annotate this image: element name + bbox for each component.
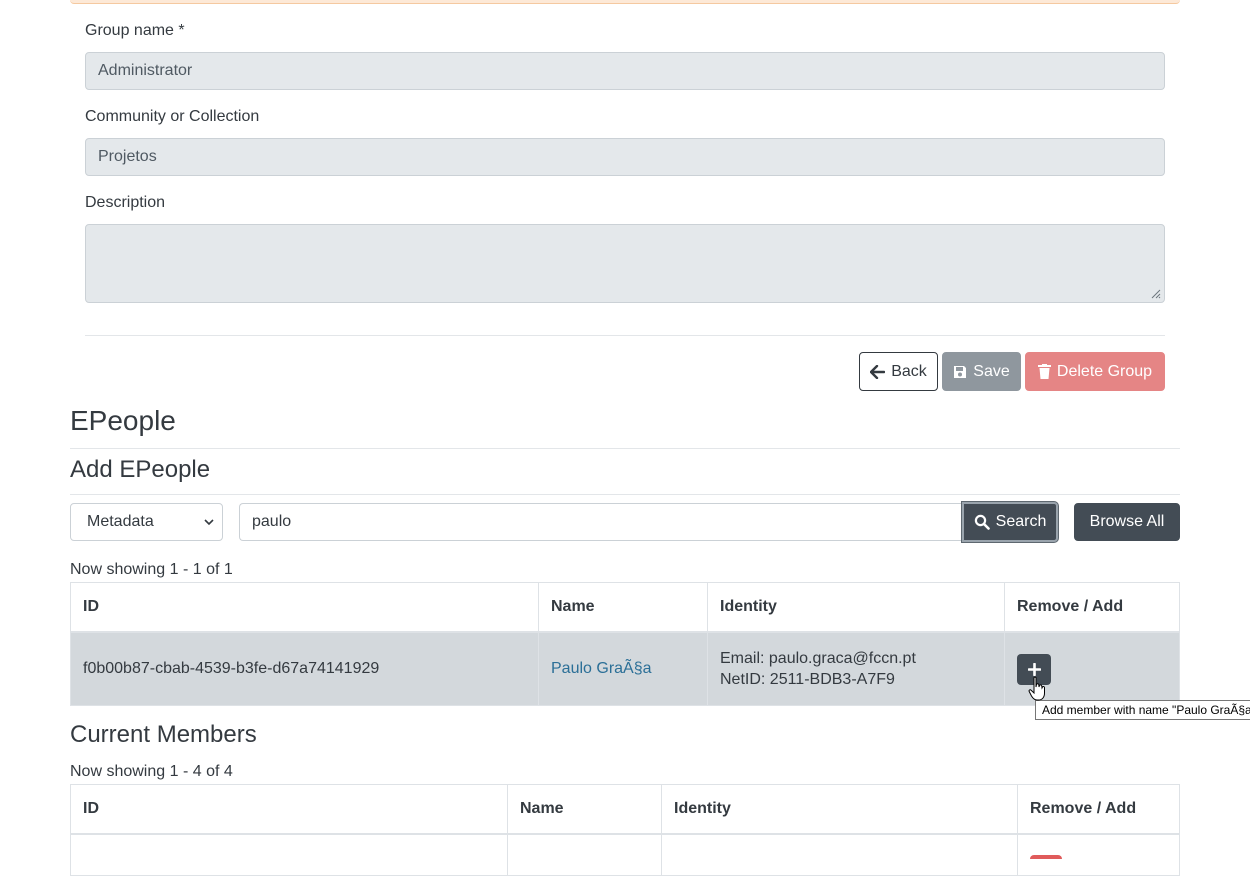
add-epeople-heading: Add EPeople	[70, 456, 211, 483]
search-results-count: Now showing 1 - 1 of 1	[70, 561, 233, 578]
floppy-disk-icon	[954, 365, 967, 378]
column-header-id: ID	[70, 582, 539, 633]
column-header-identity: Identity	[707, 582, 1005, 633]
member-identity-cell	[661, 833, 1018, 876]
table-header-row: ID Name Identity Remove / Add	[70, 582, 1180, 633]
column-header-name: Name	[538, 582, 708, 633]
group-name-label: Group name *	[85, 22, 185, 39]
search-scope-select[interactable]: Metadata	[70, 503, 223, 541]
search-input-value: paulo	[252, 513, 292, 530]
alert-bar-edge	[70, 0, 1180, 4]
group-name-field[interactable]: Administrator	[85, 52, 1165, 90]
eperson-identity: Email: paulo.graca@fccn.pt NetID: 2511-B…	[707, 631, 1005, 706]
hand-pointer-cursor-icon	[1028, 676, 1045, 701]
search-button-label: Search	[995, 513, 1047, 530]
form-divider	[85, 335, 1165, 336]
search-scope-value: Metadata	[87, 513, 154, 530]
community-field[interactable]: Projetos	[85, 138, 1165, 176]
browse-all-button-label: Browse All	[1089, 513, 1165, 530]
column-header-remove-add: Remove / Add	[1004, 582, 1180, 633]
save-button-label: Save	[973, 362, 1010, 380]
community-label: Community or Collection	[85, 108, 260, 125]
trash-icon	[1037, 364, 1051, 379]
eperson-netid: NetID: 2511-BDB3-A7F9	[720, 670, 895, 688]
browse-all-button[interactable]: Browse All	[1074, 503, 1180, 541]
arrow-left-icon	[870, 364, 886, 379]
back-button-label: Back	[891, 362, 927, 380]
column-header-identity: Identity	[661, 784, 1018, 835]
eperson-email: Email: paulo.graca@fccn.pt	[720, 649, 916, 667]
description-label: Description	[85, 194, 166, 211]
search-button[interactable]: Search	[962, 502, 1058, 542]
member-actions-cell	[1017, 833, 1180, 876]
eperson-id: f0b00b87-cbab-4539-b3fe-d67a74141929	[70, 631, 539, 706]
eperson-name-link[interactable]: Paulo GraÃ§a	[551, 660, 652, 677]
back-button[interactable]: Back	[859, 352, 938, 391]
add-member-tooltip: Add member with name "Paulo GraÃ§a	[1035, 700, 1250, 720]
search-input[interactable]: paulo	[239, 503, 963, 541]
save-button[interactable]: Save	[942, 352, 1021, 391]
table-header-row: ID Name Identity Remove / Add	[70, 784, 1180, 835]
epeople-heading: EPeople	[70, 405, 176, 436]
delete-group-button[interactable]: Delete Group	[1025, 352, 1165, 391]
table-row	[70, 833, 1180, 876]
description-field[interactable]	[85, 224, 1165, 303]
chevron-down-icon	[204, 519, 214, 526]
current-members-count: Now showing 1 - 4 of 4	[70, 763, 233, 780]
member-id-cell	[70, 833, 508, 876]
epeople-divider	[70, 448, 1180, 449]
search-results-table: ID Name Identity Remove / Add f0b00b87-c…	[70, 582, 1180, 706]
add-epeople-divider	[70, 494, 1180, 495]
member-name-cell	[507, 833, 662, 876]
column-header-remove-add: Remove / Add	[1017, 784, 1180, 835]
eperson-name-cell: Paulo GraÃ§a	[538, 631, 708, 706]
current-members-heading: Current Members	[70, 721, 257, 748]
column-header-id: ID	[70, 784, 508, 835]
column-header-name: Name	[507, 784, 662, 835]
delete-group-button-label: Delete Group	[1056, 362, 1153, 380]
plus-icon	[1027, 662, 1041, 676]
resize-handle-icon[interactable]	[1149, 287, 1161, 299]
current-members-table: ID Name Identity Remove / Add	[70, 784, 1180, 876]
table-row: f0b00b87-cbab-4539-b3fe-d67a74141929 Pau…	[70, 631, 1180, 706]
search-icon	[974, 514, 990, 530]
